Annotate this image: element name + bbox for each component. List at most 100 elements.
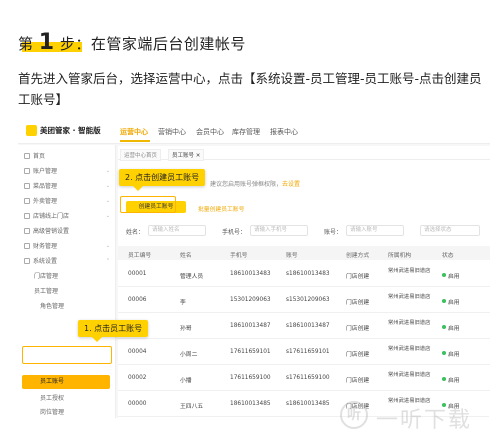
cell-account: s15301209063 bbox=[286, 297, 330, 303]
menu-icon bbox=[24, 183, 30, 189]
name-input[interactable]: 请输入姓名 bbox=[148, 225, 206, 236]
cell-phone: 18610013487 bbox=[230, 323, 271, 329]
filter-bar: 姓名： 请输入姓名 手机号： 请输入手机号 账号： 请输入账号 请选择状态 bbox=[126, 224, 486, 238]
batch-create-link[interactable]: 批量创建员工账号 bbox=[198, 204, 244, 213]
account-input[interactable]: 请输入账号 bbox=[346, 225, 404, 236]
cell-phone: 15301209063 bbox=[230, 297, 271, 303]
sidebar-item-home[interactable]: 首页 bbox=[24, 151, 114, 162]
sidebar-item-finance[interactable]: 财务管理 ⌄ bbox=[24, 241, 114, 252]
sidebar-item-staff-auth[interactable]: 员工授权 bbox=[40, 393, 114, 404]
status-dot-icon bbox=[442, 273, 446, 277]
nav-inventory[interactable]: 库存管理 bbox=[232, 127, 260, 137]
sidebar-item-staff-mgmt[interactable]: 员工管理 bbox=[34, 286, 108, 297]
app-logo: 美团管家 · 智能版 bbox=[40, 126, 101, 135]
tab-bar: 运营中心首页 员工账号 ✕ bbox=[118, 146, 490, 161]
cell-status: 启用 bbox=[442, 297, 460, 306]
step-title: 第 1 步：在管家端后台创建帐号 bbox=[18, 30, 246, 55]
cell-id: 00004 bbox=[128, 349, 147, 355]
status-dot-icon bbox=[442, 325, 446, 329]
tab-staff-account[interactable]: 员工账号 ✕ bbox=[168, 149, 205, 161]
nav-ops-center[interactable]: 运营中心 bbox=[120, 127, 148, 137]
col-phone: 手机号 bbox=[230, 253, 248, 259]
col-method: 创建方式 bbox=[346, 253, 370, 259]
cell-org: 常州武进易旧道店 bbox=[388, 372, 431, 378]
sidebar-item-system[interactable]: 系统设置 ⌃ bbox=[24, 256, 114, 267]
filter-label-phone: 手机号： bbox=[222, 229, 247, 236]
settings-icon bbox=[24, 228, 30, 234]
cell-phone: 18610013485 bbox=[230, 401, 271, 407]
intro-text: 首先进入管家后台，选择运营中心，点击【系统设置-员工管理-员工账号-点击创建员工… bbox=[18, 71, 482, 107]
cell-name: 小播 bbox=[180, 378, 192, 384]
cell-org: 常州武进易旧道店 bbox=[388, 346, 431, 352]
col-status: 状态 bbox=[442, 253, 454, 259]
cell-id: 00006 bbox=[128, 297, 147, 303]
col-name: 姓名 bbox=[180, 253, 192, 259]
cell-account: s17611659100 bbox=[286, 375, 330, 381]
table-row[interactable]: 00003孙哥18610013487s18610013487门店创建常州武进易旧… bbox=[118, 314, 490, 339]
sidebar-item-online-store[interactable]: 店铺线上门店 ⌄ bbox=[24, 211, 114, 222]
cell-account: s18610013485 bbox=[286, 401, 330, 407]
sidebar-item-positions[interactable]: 岗位管理 bbox=[40, 407, 114, 418]
nav-marketing[interactable]: 营销中心 bbox=[158, 127, 186, 137]
callout-create-account: 2. 点击创建员工账号 bbox=[119, 169, 206, 191]
cell-name: 李 bbox=[180, 300, 186, 306]
nav-members[interactable]: 会员中心 bbox=[196, 127, 224, 137]
table-row[interactable]: 00001 管理人员 18610013483 s18610013483 门店创建 常州武进… bbox=[118, 262, 490, 287]
sidebar-item-delivery[interactable]: 外卖管理 ⌄ bbox=[24, 196, 114, 207]
account-icon bbox=[24, 168, 30, 174]
top-nav-bar: 美团管家 · 智能版 运营中心 营销中心 会员中心 库存管理 报表中心 bbox=[18, 118, 490, 144]
sidebar-item-account[interactable]: 账户管理 ⌄ bbox=[24, 166, 114, 177]
cell-phone: 17611659101 bbox=[230, 349, 271, 355]
table-row[interactable]: 00002 小播 17611659100 s17611659100 门店创建 常州武进易旧… bbox=[118, 366, 490, 391]
cell-method: 门店创建 bbox=[346, 274, 370, 280]
cell-name: 王四八五 bbox=[180, 404, 204, 410]
watermark-text: 一听下载 bbox=[376, 408, 473, 433]
col-org: 所属机构 bbox=[388, 253, 412, 259]
cell-name: 管理人员 bbox=[180, 274, 204, 280]
tab-ops-home[interactable]: 运营中心首页 bbox=[120, 149, 162, 161]
cell-id: 00002 bbox=[128, 375, 147, 381]
screenshot-panel: 美团管家 · 智能版 运营中心 营销中心 会员中心 库存管理 报表中心 首页 账… bbox=[18, 118, 490, 418]
cell-name: 小周二 bbox=[180, 352, 198, 358]
staff-account-highlight bbox=[22, 346, 112, 364]
store-icon bbox=[24, 213, 30, 219]
delivery-icon bbox=[24, 198, 30, 204]
sidebar-item-staff-account[interactable]: 员工账号 bbox=[40, 376, 114, 387]
sidebar-item-menu[interactable]: 菜品管理 ⌄ bbox=[24, 181, 114, 192]
cell-account: s17611659101 bbox=[286, 349, 330, 355]
watermark: 听 一听下载 bbox=[340, 398, 490, 438]
cell-method: 门店创建 bbox=[346, 378, 370, 384]
cell-org: 常州武进易旧道店 bbox=[388, 268, 431, 274]
sidebar: 首页 账户管理 ⌄ 菜品管理 ⌄ 外卖管理 ⌄ 店铺线上门店 ⌄ 高级营销设置 财务管理… bbox=[18, 145, 116, 418]
callout-staff-account: 1. 点击员工账号 bbox=[78, 320, 149, 342]
status-dot-icon bbox=[442, 377, 446, 381]
home-icon bbox=[24, 153, 30, 159]
status-dot-icon bbox=[442, 351, 446, 355]
cell-org: 常州武进易旧道店 bbox=[388, 320, 431, 326]
sidebar-item-roles[interactable]: 角色管理 bbox=[40, 301, 114, 312]
cell-id: 00001 bbox=[128, 271, 147, 277]
status-dot-icon bbox=[442, 299, 446, 303]
cell-status: 启用 bbox=[442, 375, 460, 384]
table-header: 员工编号 姓名 手机号 账号 创建方式 所属机构 状态 bbox=[118, 246, 490, 260]
gear-icon bbox=[24, 258, 30, 264]
cell-status: 启用 bbox=[442, 349, 460, 358]
col-account: 账号 bbox=[286, 253, 298, 259]
nav-reports[interactable]: 报表中心 bbox=[270, 127, 298, 137]
sidebar-item-advanced[interactable]: 高级营销设置 bbox=[24, 226, 114, 237]
table-row[interactable]: 00006 李 15301209063 s15301209063 门店创建 常州武进易旧道… bbox=[118, 288, 490, 313]
phone-input[interactable]: 请输入手机号 bbox=[250, 225, 308, 236]
cell-method: 门店创建 bbox=[346, 352, 370, 358]
cell-account: s18610013487 bbox=[286, 323, 330, 329]
notice-setup-link[interactable]: 去设置 bbox=[282, 181, 300, 188]
cell-status: 启用 bbox=[442, 323, 460, 332]
main-content: 运营中心首页 员工账号 ✕ 建议您启用账号弹框权限，去设置 创建员工账号 批量创… bbox=[118, 146, 490, 418]
permission-notice: 建议您启用账号弹框权限，去设置 bbox=[210, 181, 301, 188]
filter-label-name: 姓名： bbox=[126, 229, 145, 236]
watermark-logo: 听 bbox=[340, 401, 368, 429]
sidebar-item-store-mgmt[interactable]: 门店管理 bbox=[34, 271, 108, 282]
finance-icon bbox=[24, 243, 30, 249]
table-row[interactable]: 00004 小周二 17611659101 s17611659101 门店创建 常州武进易… bbox=[118, 340, 490, 365]
cell-name: 孙哥 bbox=[180, 326, 192, 332]
status-select[interactable]: 请选择状态 bbox=[420, 225, 480, 236]
